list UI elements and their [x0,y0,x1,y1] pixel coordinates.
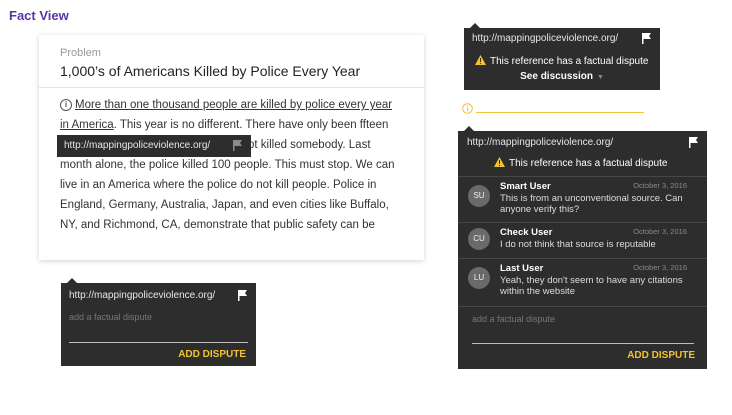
comment-text: I do not think that source is reputable [500,239,656,250]
body-line-4: month alone, the police killed 100 peopl… [60,159,395,171]
body-line-1: i More than one thousand people are kille… [60,95,410,115]
claim-link[interactable]: More than one thousand people are killed… [75,99,392,111]
card-label: Problem [60,47,101,59]
reference-url[interactable]: http://mappingpoliceviolence.org/ [69,290,215,301]
claim-link-cont[interactable]: in America [60,119,114,131]
add-dispute-button[interactable]: ADD DISPUTE [627,350,695,361]
body-line-7: NY, and Richmond, CA, demonstrate that p… [60,219,375,231]
info-circle-icon[interactable]: i [60,99,72,111]
body-text: ot killed somebody. Last [248,139,371,151]
see-discussion-button[interactable]: See discussion ▼ [464,71,660,82]
flag-icon[interactable] [233,140,243,151]
comment-item: CU Check User October 3, 2016 I do not t… [458,223,707,263]
card-body: i More than one thousand people are kille… [60,95,410,235]
avatar[interactable]: SU [468,185,490,207]
body-text: . This year is no different. There have … [113,119,389,131]
comment-item: SU Smart User October 3, 2016 This is fr… [458,177,707,217]
body-line-6: England, Germany, Australia, Japan, and … [60,199,389,211]
caret-down-icon[interactable]: ▼ [597,74,604,81]
info-circle-icon[interactable] [462,101,473,114]
comment-date: October 3, 2016 [633,181,687,190]
body-line-5: live in an America where the police do n… [60,179,377,191]
dispute-warning: This reference has a factual dispute [475,55,648,68]
dispute-discussion-popover: http://mappingpoliceviolence.org/ This r… [458,131,707,369]
dispute-warning: This reference has a factual dispute [494,157,667,170]
dispute-input[interactable]: add a factual dispute [69,312,152,322]
dispute-popover-collapsed: http://mappingpoliceviolence.org/ This r… [464,28,660,90]
add-dispute-popover: http://mappingpoliceviolence.org/ add a … [61,283,256,366]
input-underline [69,342,248,343]
reference-url[interactable]: http://mappingpoliceviolence.org/ [467,137,613,148]
dispute-input[interactable]: add a factual dispute [472,314,555,324]
comment-user[interactable]: Last User [500,263,543,274]
comment-text: Yeah, they don't seem to have any citati… [500,275,683,297]
flag-icon[interactable] [238,290,248,301]
input-underline [472,343,694,344]
comment-date: October 3, 2016 [633,263,687,272]
comment-date: October 3, 2016 [633,227,687,236]
warning-text: This reference has a factual dispute [490,56,649,67]
comment-user[interactable]: Smart User [500,181,551,192]
comment-item: LU Last User October 3, 2016 Yeah, they … [458,259,707,299]
body-line-2: in America. This year is no different. T… [60,115,410,135]
warning-text: This reference has a factual dispute [509,158,668,169]
add-dispute-button[interactable]: ADD DISPUTE [178,349,246,360]
avatar[interactable]: LU [468,267,490,289]
comment-text: This is from an unconventional source. C… [500,193,683,215]
reference-url[interactable]: http://mappingpoliceviolence.org/ [472,33,618,44]
avatar[interactable]: CU [468,228,490,250]
divider [458,306,707,307]
warning-triangle-icon [494,157,505,170]
card-divider [39,87,424,88]
reference-url[interactable]: http://mappingpoliceviolence.org/ [64,140,210,151]
reference-tooltip[interactable]: http://mappingpoliceviolence.org/ [57,135,251,157]
comment-user[interactable]: Check User [500,227,552,238]
warning-triangle-icon [475,55,486,68]
page-title: Fact View [9,8,69,23]
flag-icon[interactable] [689,137,699,148]
flag-icon[interactable] [642,33,652,44]
card-title: 1,000’s of Americans Killed by Police Ev… [60,63,361,79]
highlight-underline [476,112,644,113]
see-discussion-label[interactable]: See discussion [520,71,593,82]
